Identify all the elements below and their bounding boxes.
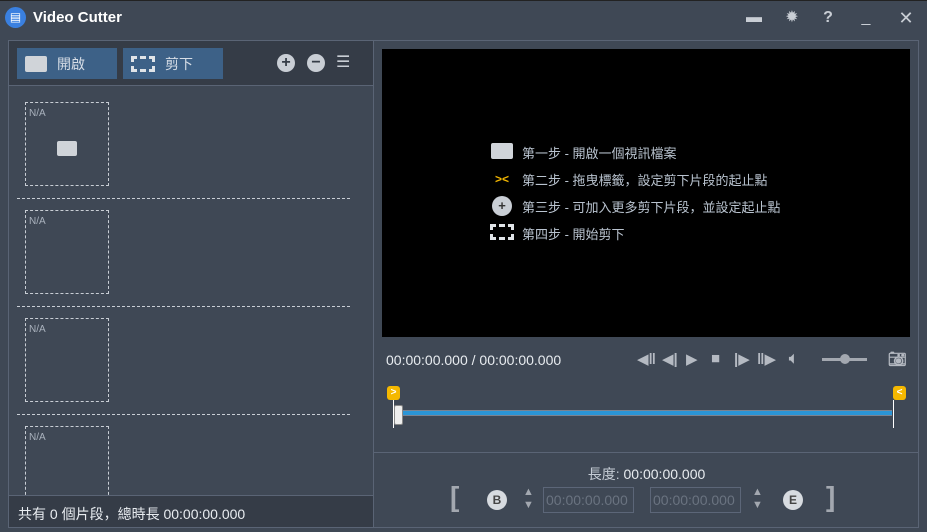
segment-item[interactable]: N/A bbox=[25, 426, 350, 495]
segment-item[interactable]: N/A bbox=[17, 102, 350, 210]
remove-segment-icon[interactable]: − bbox=[307, 54, 325, 72]
summary-middle: 個片段，總時長 bbox=[61, 506, 160, 522]
folder-icon bbox=[25, 55, 47, 72]
segment-label: N/A bbox=[29, 432, 46, 443]
end-time-input[interactable]: 00:00:00.000 bbox=[650, 487, 741, 513]
cut-button[interactable]: 剪下 bbox=[123, 48, 223, 79]
prev-frame-icon[interactable]: ◀| bbox=[662, 350, 678, 368]
flags-icon: >< bbox=[494, 172, 509, 186]
folder-icon[interactable]: ▬ bbox=[744, 8, 764, 28]
stop-icon[interactable]: ■ bbox=[711, 350, 720, 367]
set-end-bracket-icon[interactable]: ] bbox=[826, 481, 835, 513]
film-icon bbox=[131, 55, 155, 72]
divider bbox=[374, 452, 919, 453]
segment-thumbnail: N/A bbox=[25, 318, 109, 402]
step-3: + 第三步 - 可加入更多剪下片段，並設定起止點 bbox=[490, 195, 781, 217]
divider bbox=[17, 306, 350, 307]
video-preview[interactable]: 第一步 - 開啟一個視訊檔案 >< 第二步 - 拖曳標籤，設定剪下片段的起止點 +… bbox=[382, 49, 910, 337]
skip-end-icon[interactable]: ‖▶ bbox=[757, 350, 776, 368]
start-time-input[interactable]: 00:00:00.000 bbox=[543, 487, 634, 513]
app-title: Video Cutter bbox=[33, 9, 122, 26]
segment-panel: 開啟 剪下 + − ☰ N/A N/A N/A N/A 共有 0 個片段，總時長… bbox=[8, 40, 374, 528]
add-segment-icon[interactable]: + bbox=[277, 54, 295, 72]
open-button[interactable]: 開啟 bbox=[17, 48, 117, 79]
total-duration: 00:00:00.000 bbox=[163, 506, 246, 522]
step-text: 第三步 - 可加入更多剪下片段，並設定起止點 bbox=[522, 199, 781, 215]
timeline-track[interactable] bbox=[396, 410, 892, 416]
segment-count: 0 bbox=[49, 506, 58, 522]
play-icon[interactable]: ▶ bbox=[686, 350, 698, 368]
segment-thumbnail: N/A bbox=[25, 102, 109, 186]
film-icon: ▤ bbox=[5, 7, 26, 28]
timecode: 00:00:00.000 / 00:00:00.000 bbox=[386, 352, 562, 368]
step-2: >< 第二步 - 拖曳標籤，設定剪下片段的起止點 bbox=[490, 168, 768, 190]
end-flag[interactable]: < bbox=[893, 386, 906, 400]
player-panel: 第一步 - 開啟一個視訊檔案 >< 第二步 - 拖曳標籤，設定剪下片段的起止點 +… bbox=[374, 40, 919, 528]
start-stepper-icon[interactable]: ▲ ▼ bbox=[523, 486, 534, 512]
end-badge-icon[interactable]: E bbox=[783, 490, 803, 510]
step-text: 第一步 - 開啟一個視訊檔案 bbox=[522, 145, 677, 161]
length-label: 長度: bbox=[587, 466, 620, 482]
open-label: 開啟 bbox=[57, 55, 85, 72]
summary-prefix: 共有 bbox=[18, 506, 46, 522]
segment-label: N/A bbox=[29, 324, 46, 335]
segment-item[interactable]: N/A bbox=[17, 210, 350, 318]
minimize-icon[interactable]: _ bbox=[856, 8, 876, 28]
clear-list-icon[interactable]: ☰ bbox=[336, 52, 350, 72]
film-icon bbox=[490, 223, 514, 243]
end-marker-line bbox=[893, 400, 894, 428]
volume-knob[interactable] bbox=[839, 354, 850, 364]
segment-label: N/A bbox=[29, 108, 46, 119]
step-1: 第一步 - 開啟一個視訊檔案 bbox=[490, 141, 677, 163]
help-icon[interactable]: ? bbox=[818, 8, 838, 28]
divider bbox=[17, 414, 350, 415]
next-frame-icon[interactable]: |▶ bbox=[734, 350, 750, 368]
set-start-bracket-icon[interactable]: [ bbox=[450, 481, 459, 513]
segment-summary: 共有 0 個片段，總時長 00:00:00.000 bbox=[9, 495, 373, 527]
start-flag[interactable]: > bbox=[387, 386, 400, 400]
close-icon[interactable]: ✕ bbox=[896, 8, 916, 28]
end-stepper-icon[interactable]: ▲ ▼ bbox=[752, 486, 763, 512]
plus-circle-icon: + bbox=[490, 196, 514, 216]
title-bar: ▤ Video Cutter ▬ ✹ ? _ ✕ bbox=[0, 0, 927, 34]
cut-label: 剪下 bbox=[165, 55, 193, 72]
begin-badge-icon[interactable]: B bbox=[487, 490, 507, 510]
step-4: 第四步 - 開始剪下 bbox=[490, 222, 625, 244]
divider bbox=[17, 198, 350, 199]
folder-icon bbox=[490, 142, 514, 162]
gear-icon[interactable]: ✹ bbox=[782, 8, 802, 28]
segment-thumbnail: N/A bbox=[25, 210, 109, 294]
snapshot-icon[interactable]: 📷︎ bbox=[888, 350, 907, 368]
step-text: 第四步 - 開始剪下 bbox=[522, 226, 625, 242]
segment-toolbar: 開啟 剪下 + − ☰ bbox=[9, 41, 373, 86]
segment-item[interactable]: N/A bbox=[17, 318, 350, 426]
folder-icon bbox=[57, 141, 77, 156]
segment-label: N/A bbox=[29, 216, 46, 227]
volume-icon[interactable]: 🔈︎ bbox=[789, 350, 798, 367]
segment-thumbnail: N/A bbox=[25, 426, 109, 495]
volume-slider[interactable] bbox=[822, 354, 867, 364]
step-text: 第二步 - 拖曳標籤，設定剪下片段的起止點 bbox=[522, 172, 768, 188]
playhead[interactable] bbox=[394, 405, 403, 425]
skip-start-icon[interactable]: ◀‖ bbox=[637, 350, 656, 368]
length-value: 00:00:00.000 bbox=[623, 466, 706, 482]
